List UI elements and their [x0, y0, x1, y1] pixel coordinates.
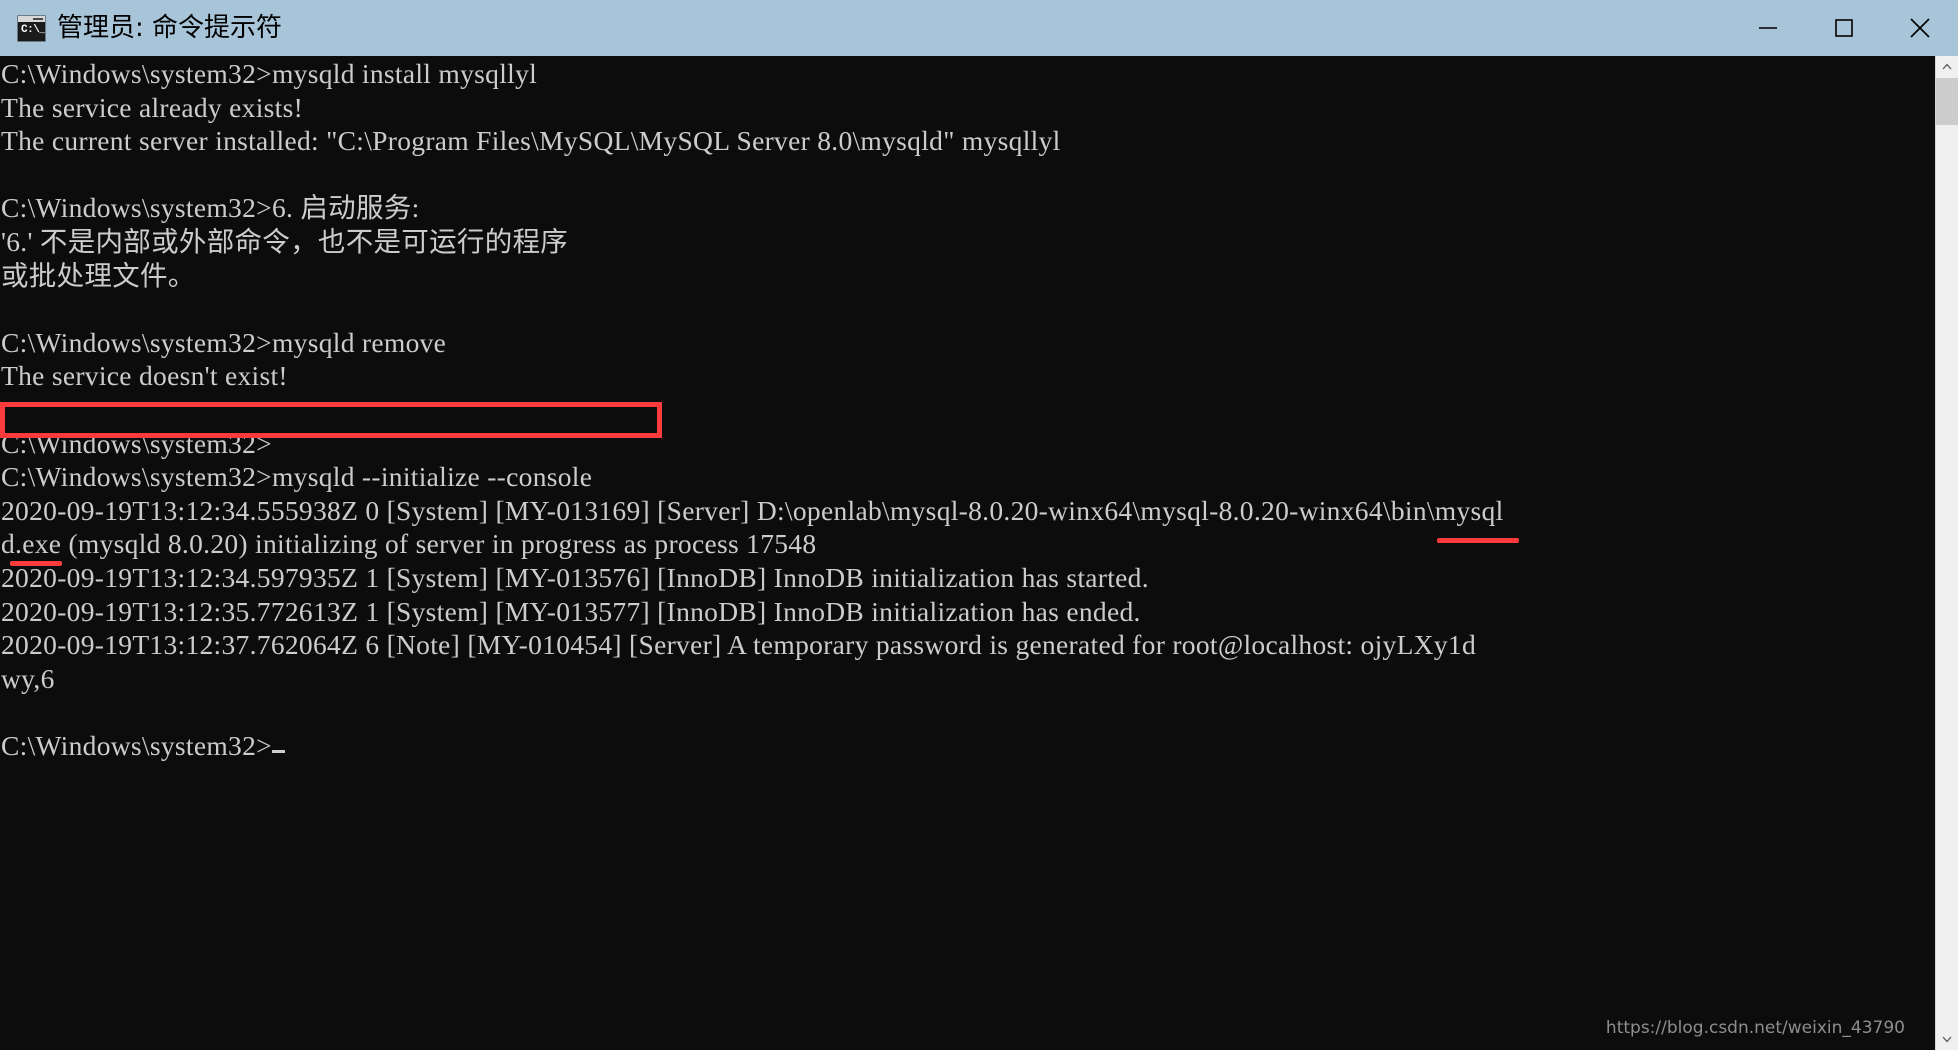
scrollbar-track[interactable] [1936, 125, 1958, 1028]
close-button[interactable] [1882, 0, 1958, 56]
console-output-area[interactable]: C:\Windows\system32>mysqld install mysql… [0, 56, 1935, 1050]
command-prompt-window: C:\_ 管理员: 命令提示符 C:\Windows\system32>mysq… [0, 0, 1958, 1050]
console-line: The service doesn't exist! [1, 360, 288, 392]
console-line: C:\Windows\system32>6. 启动服务: [1, 192, 420, 224]
scrollbar-up-button[interactable] [1936, 56, 1958, 78]
close-icon [1910, 18, 1930, 38]
console-line: '6.' 不是内部或外部命令，也不是可运行的程序 [1, 225, 569, 257]
window-title: 管理员: 命令提示符 [57, 13, 283, 43]
console-line: 2020-09-19T13:12:35.772613Z 1 [System] [… [1, 595, 1141, 627]
maximize-icon [1835, 19, 1853, 37]
console-text: C:\Windows\system32>mysqld install mysql… [0, 56, 1504, 762]
cmd-icon-prompt-glyph: C:\_ [21, 23, 46, 36]
console-line: C:\Windows\system32> [1, 427, 272, 459]
console-line: C:\Windows\system32>mysqld remove [1, 326, 447, 358]
chevron-up-icon [1942, 63, 1952, 70]
scrollbar-down-button[interactable] [1936, 1028, 1958, 1050]
console-line: wy,6 [1, 662, 55, 694]
console-line: C:\Windows\system32>mysqld install mysql… [1, 58, 538, 89]
console-line: d.exe (mysqld 8.0.20) initializing of se… [1, 528, 817, 560]
chevron-down-icon [1942, 1036, 1952, 1043]
console-line: 2020-09-19T13:12:37.762064Z 6 [Note] [MY… [1, 629, 1476, 661]
maximize-button[interactable] [1806, 0, 1882, 56]
window-controls [1730, 0, 1958, 56]
text-cursor [271, 749, 285, 753]
title-bar[interactable]: C:\_ 管理员: 命令提示符 [0, 0, 1958, 56]
scrollbar-thumb[interactable] [1936, 78, 1958, 125]
console-line: 或批处理文件。 [1, 259, 196, 291]
title-bar-left: C:\_ 管理员: 命令提示符 [0, 13, 1730, 43]
console-line: The current server installed: "C:\Progra… [1, 125, 1061, 157]
minimize-button[interactable] [1730, 0, 1806, 56]
cmd-icon[interactable]: C:\_ [17, 14, 46, 42]
console-line: C:\Windows\system32> [1, 729, 1504, 763]
console-line: The service already exists! [1, 91, 304, 123]
vertical-scrollbar[interactable] [1935, 56, 1958, 1050]
console-line: C:\Windows\system32>mysqld --initialize … [1, 461, 593, 493]
console-line: 2020-09-19T13:12:34.555938Z 0 [System] [… [1, 494, 1504, 526]
cmd-icon-titlestrip [18, 15, 45, 22]
minimize-icon [1759, 27, 1777, 29]
watermark: https://blog.csdn.net/weixin_43790 [1605, 1018, 1905, 1038]
console-line: 2020-09-19T13:12:34.597935Z 1 [System] [… [1, 561, 1149, 593]
